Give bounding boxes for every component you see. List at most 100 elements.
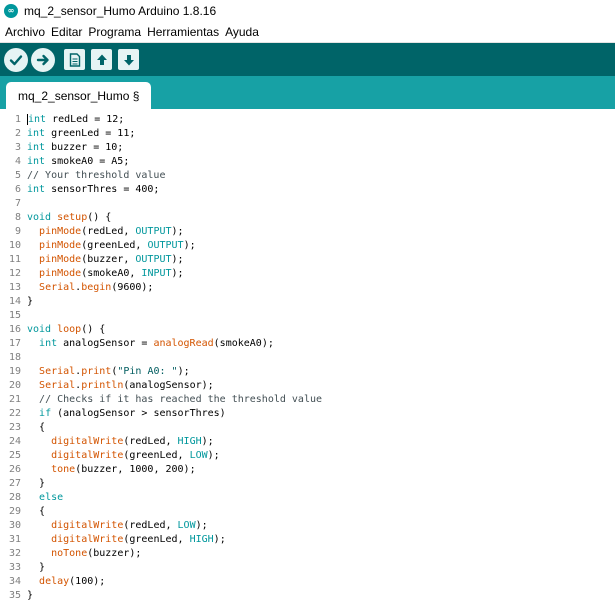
code-text: } xyxy=(27,562,46,573)
code-line[interactable]: 11 pinMode(buzzer, OUTPUT); xyxy=(0,253,615,267)
code-line[interactable]: 6 int sensorThres = 400; xyxy=(0,183,615,197)
code-text: Serial.begin(9600); xyxy=(39,282,154,293)
code-line[interactable]: 1 int redLed = 12; xyxy=(0,113,615,127)
code-text: pinMode(smokeA0, INPUT); xyxy=(39,268,184,279)
toolbar xyxy=(0,43,615,76)
code-line[interactable]: 8 void setup() { xyxy=(0,211,615,225)
code-line[interactable]: 28 else xyxy=(0,491,615,505)
code-line[interactable]: 17 int analogSensor = analogRead(smokeA0… xyxy=(0,337,615,351)
line-number: 6 xyxy=(0,183,25,197)
code-line[interactable]: 35} xyxy=(0,589,615,603)
code-text: pinMode(buzzer, OUTPUT); xyxy=(39,254,184,265)
code-line[interactable]: 9 pinMode(redLed, OUTPUT); xyxy=(0,225,615,239)
code-line[interactable]: 2 int greenLed = 11; xyxy=(0,127,615,141)
menu-bar: Archivo Editar Programa Herramientas Ayu… xyxy=(0,22,615,43)
code-line[interactable]: 24 digitalWrite(redLed, HIGH); xyxy=(0,435,615,449)
code-text: pinMode(redLed, OUTPUT); xyxy=(39,226,184,237)
code-line[interactable]: 14} xyxy=(0,295,615,309)
code-text: tone(buzzer, 1000, 200); xyxy=(51,464,196,475)
line-number: 4 xyxy=(0,155,25,169)
menu-programa[interactable]: Programa xyxy=(85,22,144,42)
arduino-ide-window: ∞ mq_2_sensor_Humo Arduino 1.8.16 Archiv… xyxy=(0,0,615,609)
line-number: 34 xyxy=(0,575,25,589)
code-line[interactable]: 4 int smokeA0 = A5; xyxy=(0,155,615,169)
code-text: int smokeA0 = A5; xyxy=(27,156,130,167)
code-line[interactable]: 27 } xyxy=(0,477,615,491)
line-number: 10 xyxy=(0,239,25,253)
code-text: delay(100); xyxy=(39,576,106,587)
arduino-icon: ∞ xyxy=(4,4,18,18)
tab-sketch[interactable]: mq_2_sensor_Humo § xyxy=(6,82,152,109)
new-sketch-button[interactable] xyxy=(64,49,85,70)
code-text: // Your threshold value xyxy=(27,170,166,181)
code-line[interactable]: 7 xyxy=(0,197,615,211)
code-text: digitalWrite(redLed, HIGH); xyxy=(51,436,214,447)
open-sketch-button[interactable] xyxy=(91,49,112,70)
line-number: 5 xyxy=(0,169,25,183)
code-line[interactable]: 32 noTone(buzzer); xyxy=(0,547,615,561)
code-line[interactable]: 10 pinMode(greenLed, OUTPUT); xyxy=(0,239,615,253)
code-line[interactable]: 3 int buzzer = 10; xyxy=(0,141,615,155)
code-line[interactable]: 5// Your threshold value xyxy=(0,169,615,183)
code-text: Serial.println(analogSensor); xyxy=(39,380,214,391)
open-sketch-icon xyxy=(96,54,107,65)
code-text: } xyxy=(27,590,34,601)
code-line[interactable]: 34 delay(100); xyxy=(0,575,615,589)
line-number: 13 xyxy=(0,281,25,295)
line-number: 25 xyxy=(0,449,25,463)
menu-ayuda[interactable]: Ayuda xyxy=(222,22,262,42)
line-number: 15 xyxy=(0,309,25,323)
code-text: digitalWrite(redLed, LOW); xyxy=(51,520,208,531)
line-number: 2 xyxy=(0,127,25,141)
code-line[interactable]: 16 void loop() { xyxy=(0,323,615,337)
line-number: 30 xyxy=(0,519,25,533)
code-line[interactable]: 21 // Checks if it has reached the thres… xyxy=(0,393,615,407)
code-text: { xyxy=(27,506,46,517)
code-line[interactable]: 31 digitalWrite(greenLed, HIGH); xyxy=(0,533,615,547)
code-line[interactable]: 19 Serial.print("Pin A0: "); xyxy=(0,365,615,379)
code-text: { xyxy=(27,422,46,433)
code-text: int analogSensor = analogRead(smokeA0); xyxy=(39,338,274,349)
code-line[interactable]: 23 { xyxy=(0,421,615,435)
line-number: 24 xyxy=(0,435,25,449)
save-sketch-button[interactable] xyxy=(118,49,139,70)
menu-editar[interactable]: Editar xyxy=(48,22,85,42)
line-number: 20 xyxy=(0,379,25,393)
line-number: 7 xyxy=(0,197,25,211)
line-number: 19 xyxy=(0,365,25,379)
code-text: int greenLed = 11; xyxy=(27,128,136,139)
code-line[interactable]: 12 pinMode(smokeA0, INPUT); xyxy=(0,267,615,281)
title-bar: ∞ mq_2_sensor_Humo Arduino 1.8.16 xyxy=(0,0,615,22)
code-line[interactable]: 25 digitalWrite(greenLed, LOW); xyxy=(0,449,615,463)
upload-button[interactable] xyxy=(31,47,55,72)
code-line[interactable]: 18 xyxy=(0,351,615,365)
line-number: 28 xyxy=(0,491,25,505)
code-line[interactable]: 33 } xyxy=(0,561,615,575)
code-line[interactable]: 22 if (analogSensor > sensorThres) xyxy=(0,407,615,421)
menu-archivo[interactable]: Archivo xyxy=(2,22,48,42)
code-text: if (analogSensor > sensorThres) xyxy=(39,408,226,419)
code-text: digitalWrite(greenLed, LOW); xyxy=(51,450,220,461)
code-line[interactable]: 26 tone(buzzer, 1000, 200); xyxy=(0,463,615,477)
code-text: digitalWrite(greenLed, HIGH); xyxy=(51,534,226,545)
code-editor[interactable]: 1 int redLed = 12; 2 int greenLed = 11; 3 int… xyxy=(0,109,615,609)
line-number: 17 xyxy=(0,337,25,351)
line-number: 22 xyxy=(0,407,25,421)
code-text: void loop() { xyxy=(27,324,106,335)
line-number: 27 xyxy=(0,477,25,491)
code-line[interactable]: 29 { xyxy=(0,505,615,519)
code-text: else xyxy=(39,492,64,503)
verify-button[interactable] xyxy=(4,47,28,72)
verify-icon xyxy=(9,54,23,65)
code-line[interactable]: 15 xyxy=(0,309,615,323)
code-line[interactable]: 30 digitalWrite(redLed, LOW); xyxy=(0,519,615,533)
line-number: 1 xyxy=(0,113,25,127)
line-number: 23 xyxy=(0,421,25,435)
code-text: } xyxy=(27,478,46,489)
menu-herramientas[interactable]: Herramientas xyxy=(144,22,222,42)
line-number: 16 xyxy=(0,323,25,337)
window-title: mq_2_sensor_Humo Arduino 1.8.16 xyxy=(24,4,217,18)
line-number: 12 xyxy=(0,267,25,281)
code-line[interactable]: 20 Serial.println(analogSensor); xyxy=(0,379,615,393)
code-line[interactable]: 13 Serial.begin(9600); xyxy=(0,281,615,295)
